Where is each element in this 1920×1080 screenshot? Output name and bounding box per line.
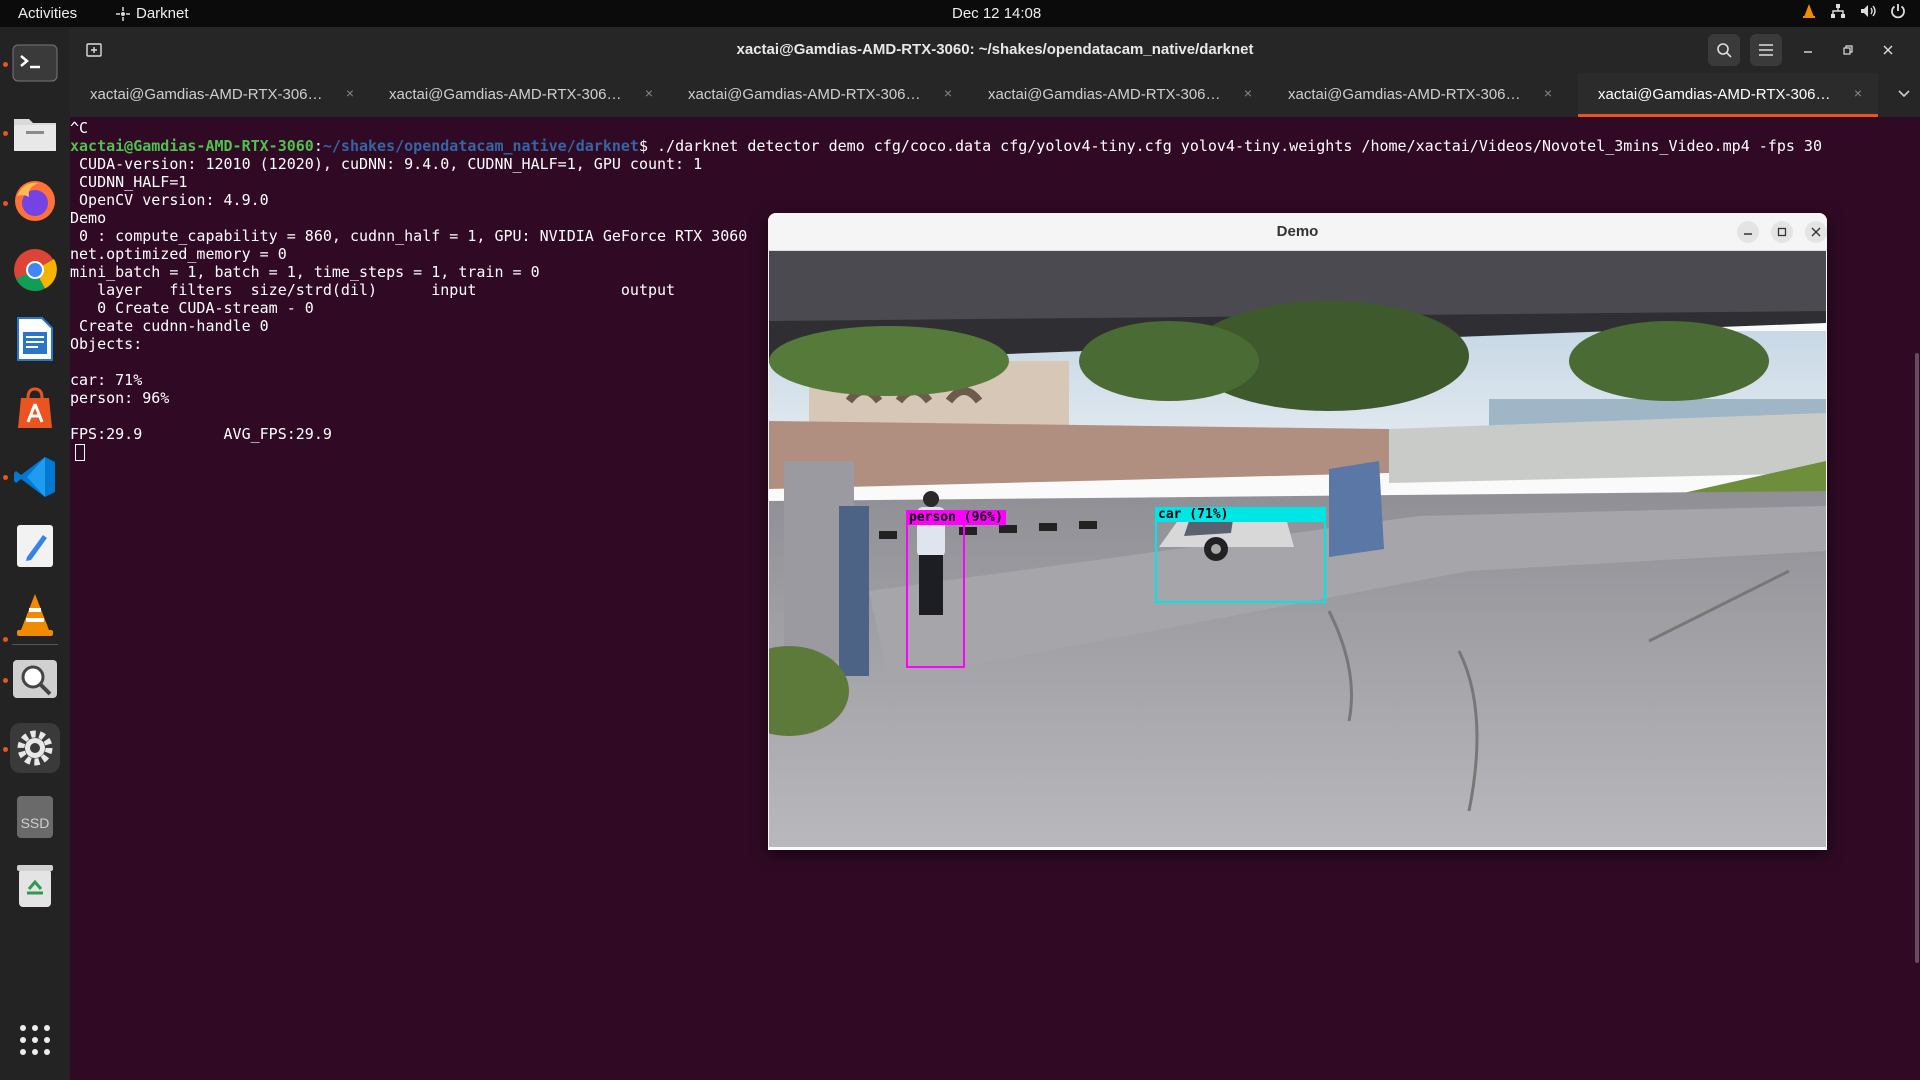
power-icon[interactable] [1890, 3, 1906, 19]
tab-close-icon[interactable]: × [346, 85, 354, 101]
output-line: CUDA-version: 12010 (12020), cuDNN: 9.4.… [70, 155, 703, 173]
tab-close-icon[interactable]: × [1854, 85, 1862, 101]
grid-icon[interactable] [10, 1015, 60, 1065]
minimize-icon [1744, 233, 1752, 235]
darknet-app-icon [116, 6, 130, 21]
app-center-icon[interactable] [10, 383, 60, 433]
vlc-icon[interactable] [10, 590, 60, 640]
running-indicator [3, 637, 8, 642]
close-button[interactable] [1872, 34, 1904, 66]
vlc-tray-icon[interactable] [1802, 3, 1816, 19]
window-title: xactai@Gamdias-AMD-RTX-3060: ~/shakes/op… [736, 41, 1254, 58]
top-bar: Activities Darknet Dec 12 14:08 [0, 0, 1920, 27]
output-line: CUDNN_HALF=1 [70, 173, 188, 191]
terminal-scrollbar[interactable] [1912, 117, 1920, 1080]
restore-icon [1843, 45, 1853, 55]
app-menu-label: Darknet [136, 5, 189, 22]
firefox-icon[interactable] [10, 176, 60, 226]
settings-icon[interactable] [10, 723, 60, 773]
demo-titlebar[interactable]: Demo [768, 213, 1827, 251]
terminal-tab-active[interactable]: xactai@Gamdias-AMD-RTX-3060: ... × [1578, 73, 1878, 117]
network-icon[interactable] [1830, 3, 1846, 19]
app-menu[interactable]: Darknet [116, 5, 189, 22]
tab-label: xactai@Gamdias-AMD-RTX-3060: ... [1288, 86, 1528, 103]
terminal-tab[interactable]: xactai@Gamdias-AMD-RTX-3060: ... × [70, 73, 370, 117]
tab-label: xactai@Gamdias-AMD-RTX-3060: ... [90, 86, 330, 103]
running-indicator [3, 62, 8, 67]
tab-label: xactai@Gamdias-AMD-RTX-3060: ... [1598, 86, 1838, 103]
ssd-label: SSD [20, 815, 50, 831]
demo-maximize-button[interactable] [1771, 221, 1793, 243]
tab-label: xactai@Gamdias-AMD-RTX-3060: ... [389, 86, 629, 103]
writer-icon[interactable] [10, 314, 60, 364]
text-editor-icon[interactable] [10, 521, 60, 571]
demo-minimize-button[interactable] [1737, 221, 1759, 243]
activities-button[interactable]: Activities [18, 5, 77, 22]
ssd-drive-icon[interactable]: SSD [10, 792, 60, 842]
running-indicator [3, 131, 8, 136]
prompt-user: xactai@Gamdias-AMD-RTX-3060 [70, 137, 314, 155]
person-detection-box [906, 516, 965, 668]
text-cursor [75, 444, 85, 461]
tab-overflow-chevron-icon[interactable] [1898, 85, 1910, 101]
maximize-button[interactable] [1832, 34, 1864, 66]
volume-icon[interactable] [1860, 3, 1876, 19]
trash-icon[interactable] [10, 861, 60, 911]
running-indicator [3, 747, 8, 752]
person-detection-label: person (96%) [906, 510, 1006, 525]
close-icon [1811, 227, 1821, 237]
menu-button[interactable] [1750, 34, 1782, 66]
running-indicator [3, 678, 8, 683]
terminal-tab[interactable]: xactai@Gamdias-AMD-RTX-3060: ... × [1268, 73, 1568, 117]
scrollbar-thumb[interactable] [1915, 353, 1919, 963]
terminal-tab[interactable]: xactai@Gamdias-AMD-RTX-3060: ... × [369, 73, 669, 117]
output-line: ^C [70, 119, 89, 137]
minimize-icon [1804, 51, 1812, 53]
tab-bar: xactai@Gamdias-AMD-RTX-3060: ... × xacta… [70, 73, 1920, 117]
tab-label: xactai@Gamdias-AMD-RTX-3060: ... [688, 86, 928, 103]
clock[interactable]: Dec 12 14:08 [952, 5, 1041, 22]
demo-window: Demo person (96%) car (71%) [768, 213, 1827, 850]
search-icon [1717, 43, 1732, 58]
terminal-tab[interactable]: xactai@Gamdias-AMD-RTX-3060: ... × [968, 73, 1268, 117]
tab-close-icon[interactable]: × [1244, 85, 1252, 101]
running-indicator [3, 475, 8, 480]
car-detection-box [1155, 519, 1326, 603]
close-icon [1883, 45, 1893, 55]
tab-close-icon[interactable]: × [944, 85, 952, 101]
hamburger-icon [1759, 44, 1773, 56]
search-button[interactable] [1708, 34, 1740, 66]
prompt-colon: : [313, 137, 323, 155]
chrome-icon[interactable] [10, 245, 60, 295]
car-detection-label: car (71%) [1155, 507, 1326, 522]
demo-close-button[interactable] [1805, 221, 1827, 243]
terminal-icon[interactable] [10, 38, 60, 88]
system-tray[interactable] [1802, 3, 1906, 19]
tab-close-icon[interactable]: × [645, 85, 653, 101]
demo-title: Demo [1276, 223, 1319, 240]
command-text: $ ./darknet detector demo cfg/coco.data … [638, 137, 1822, 155]
running-indicator [3, 201, 8, 206]
terminal-headerbar[interactable]: xactai@Gamdias-AMD-RTX-3060: ~/shakes/op… [70, 27, 1920, 73]
dock: SSD [0, 27, 70, 1080]
tab-close-icon[interactable]: × [1544, 85, 1552, 101]
dock-separator [12, 644, 58, 645]
maximize-icon [1777, 227, 1787, 237]
terminal-tab[interactable]: xactai@Gamdias-AMD-RTX-3060: ... × [668, 73, 968, 117]
files-icon[interactable] [10, 107, 60, 157]
output-line: OpenCV version: 4.9.0 [70, 191, 269, 209]
vscode-icon[interactable] [10, 452, 60, 502]
minimize-button[interactable] [1792, 34, 1824, 66]
image-viewer-icon[interactable] [10, 654, 60, 704]
tab-label: xactai@Gamdias-AMD-RTX-3060: ... [988, 86, 1228, 103]
video-frame: person (96%) car (71%) [769, 251, 1826, 847]
prompt-path: ~/shakes/opendatacam_native/darknet [322, 137, 639, 155]
command-line: xactai@Gamdias-AMD-RTX-3060:~/shakes/ope… [70, 137, 1920, 155]
